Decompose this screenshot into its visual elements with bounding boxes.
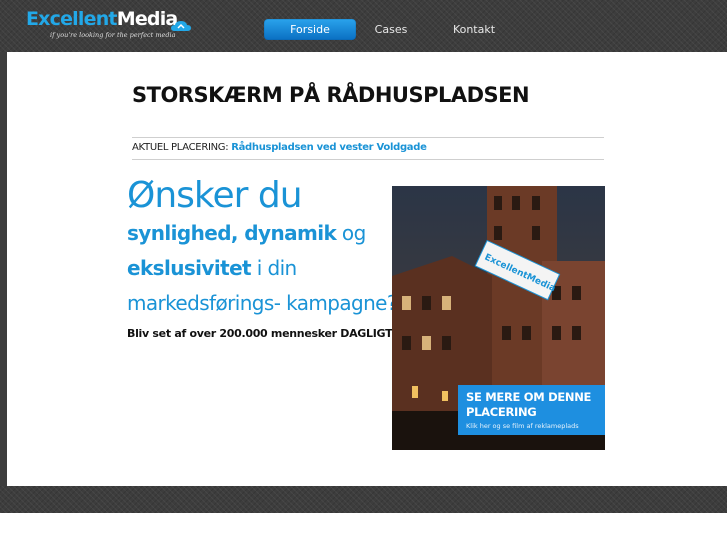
placement-label: AKTUEL PLACERING: <box>132 142 229 153</box>
divider-bottom <box>132 159 604 160</box>
logo[interactable]: ExcellentMedia if you're looking for the… <box>26 8 196 42</box>
nav-cases[interactable]: Cases <box>360 19 422 40</box>
hero-text: Ønsker du synlighed, dynamik og ekslusiv… <box>127 175 397 341</box>
hero-line-3: ekslusivitet i din <box>127 256 297 280</box>
hero-subline: Bliv set af over 200.000 mennesker DAGLI… <box>127 327 397 340</box>
nav-forside[interactable]: Forside <box>264 19 356 40</box>
main-content: STORSKÆRM PÅ RÅDHUSPLADSEN AKTUEL PLACER… <box>7 52 727 486</box>
page-title: STORSKÆRM PÅ RÅDHUSPLADSEN <box>132 83 530 107</box>
top-bar: ExcellentMedia if you're looking for the… <box>0 0 727 52</box>
placement-value[interactable]: Rådhuspladsen ved vester Voldgade <box>231 142 427 153</box>
cta-subtitle: Klik her og se film af reklameplads <box>466 422 579 430</box>
logo-wordmark: ExcellentMedia <box>26 8 178 30</box>
cloud-icon <box>171 21 191 31</box>
logo-tagline: if you're looking for the perfect media <box>50 31 176 39</box>
left-border <box>0 52 7 486</box>
divider-top <box>132 137 604 138</box>
current-placement: AKTUEL PLACERING: Rådhuspladsen ved vest… <box>132 142 427 153</box>
hero-headline: Ønsker du <box>127 175 303 216</box>
cta-title: SE MERE OM DENNE PLACERING <box>466 390 592 419</box>
nav-kontakt[interactable]: Kontakt <box>438 19 510 40</box>
footer-bar <box>0 486 727 513</box>
hero-line-2: synlighed, dynamik og <box>127 221 366 245</box>
location-photo[interactable]: ExcellentMedia SE MERE OM DENNE PLACERIN… <box>392 186 605 450</box>
hero-line-4: markedsførings- kampagne? <box>127 291 397 315</box>
see-more-button[interactable]: SE MERE OM DENNE PLACERING Klik her og s… <box>458 385 605 435</box>
